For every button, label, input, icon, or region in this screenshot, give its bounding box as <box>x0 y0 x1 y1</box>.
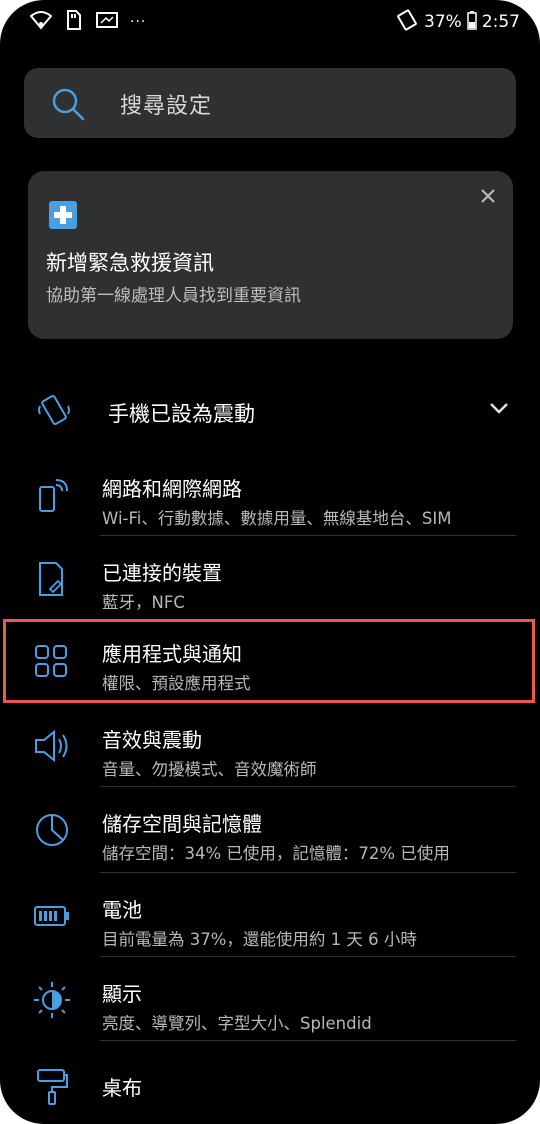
clock: 2:57 <box>481 12 520 32</box>
emergency-info-suggestion-card[interactable]: 新增緊急救援資訊 協助第一線處理人員找到重要資訊 <box>28 171 513 339</box>
settings-item-battery[interactable]: 電池 目前電量為 37%，還能使用約 1 天 6 小時 <box>0 876 540 960</box>
settings-item-wallpaper[interactable]: 桌布 <box>0 1048 540 1124</box>
connected-devices-icon <box>32 559 72 599</box>
settings-screen: ··· 37% 2:57 搜尋設定 新增緊急救援資訊 協助第一線處理人員找到重要… <box>0 0 540 1124</box>
sound-mode-label: 手機已設為震動 <box>108 402 255 426</box>
close-icon[interactable] <box>477 185 499 207</box>
display-icon <box>32 980 72 1020</box>
item-title: 音效與震動 <box>102 728 202 752</box>
divider <box>100 786 516 787</box>
divider <box>100 1040 516 1041</box>
battery-percent: 37% <box>424 12 462 32</box>
chevron-down-icon[interactable] <box>488 400 510 419</box>
battery-icon <box>467 10 477 35</box>
card-subtitle: 協助第一線處理人員找到重要資訊 <box>46 286 301 306</box>
search-bar[interactable]: 搜尋設定 <box>24 68 516 138</box>
divider <box>100 956 516 957</box>
sound-mode-row[interactable]: 手機已設為震動 <box>0 380 540 444</box>
sd-card-icon <box>64 9 84 35</box>
search-icon <box>50 86 86 126</box>
settings-item-network[interactable]: 網路和網際網路 Wi-Fi、行動數據、數據用量、無線基地台、SIM <box>0 455 540 539</box>
item-subtitle: Wi-Fi、行動數據、數據用量、無線基地台、SIM <box>102 509 452 528</box>
battery-icon <box>32 896 72 936</box>
screen-icon <box>96 11 118 33</box>
medical-cross-icon <box>49 201 77 233</box>
card-title: 新增緊急救援資訊 <box>46 251 214 275</box>
item-title: 網路和網際網路 <box>102 477 242 501</box>
item-title: 已連接的裝置 <box>102 561 222 585</box>
wallpaper-icon <box>32 1066 72 1106</box>
storage-icon <box>32 810 72 850</box>
item-subtitle: 亮度、導覽列、字型大小、Splendid <box>102 1014 372 1033</box>
settings-item-sound[interactable]: 音效與震動 音量、勿擾模式、音效魔術師 <box>0 706 540 790</box>
item-title: 儲存空間與記憶體 <box>102 812 262 836</box>
item-title: 桌布 <box>102 1076 142 1100</box>
settings-item-connected-devices[interactable]: 已連接的裝置 藍牙，NFC <box>0 539 540 623</box>
search-placeholder[interactable]: 搜尋設定 <box>120 88 212 120</box>
network-icon <box>32 475 72 515</box>
divider <box>100 535 516 536</box>
item-subtitle: 儲存空間：34% 已使用，記憶體：72% 已使用 <box>102 844 450 863</box>
item-subtitle: 音量、勿擾模式、音效魔術師 <box>102 760 317 779</box>
item-subtitle: 目前電量為 37%，還能使用約 1 天 6 小時 <box>102 930 417 949</box>
wifi-icon <box>29 10 53 34</box>
item-title: 電池 <box>102 898 142 922</box>
item-title: 顯示 <box>102 982 142 1006</box>
more-notifications-icon: ··· <box>130 14 147 30</box>
selection-highlight <box>3 619 535 703</box>
settings-item-display[interactable]: 顯示 亮度、導覽列、字型大小、Splendid <box>0 960 540 1044</box>
vibrate-icon <box>36 392 72 432</box>
item-subtitle: 藍牙，NFC <box>102 593 185 612</box>
vibrate-icon <box>395 8 419 36</box>
divider <box>100 872 516 873</box>
settings-item-storage[interactable]: 儲存空間與記憶體 儲存空間：34% 已使用，記憶體：72% 已使用 <box>0 790 540 874</box>
sound-icon <box>32 726 72 766</box>
status-bar: ··· 37% 2:57 <box>0 0 540 44</box>
